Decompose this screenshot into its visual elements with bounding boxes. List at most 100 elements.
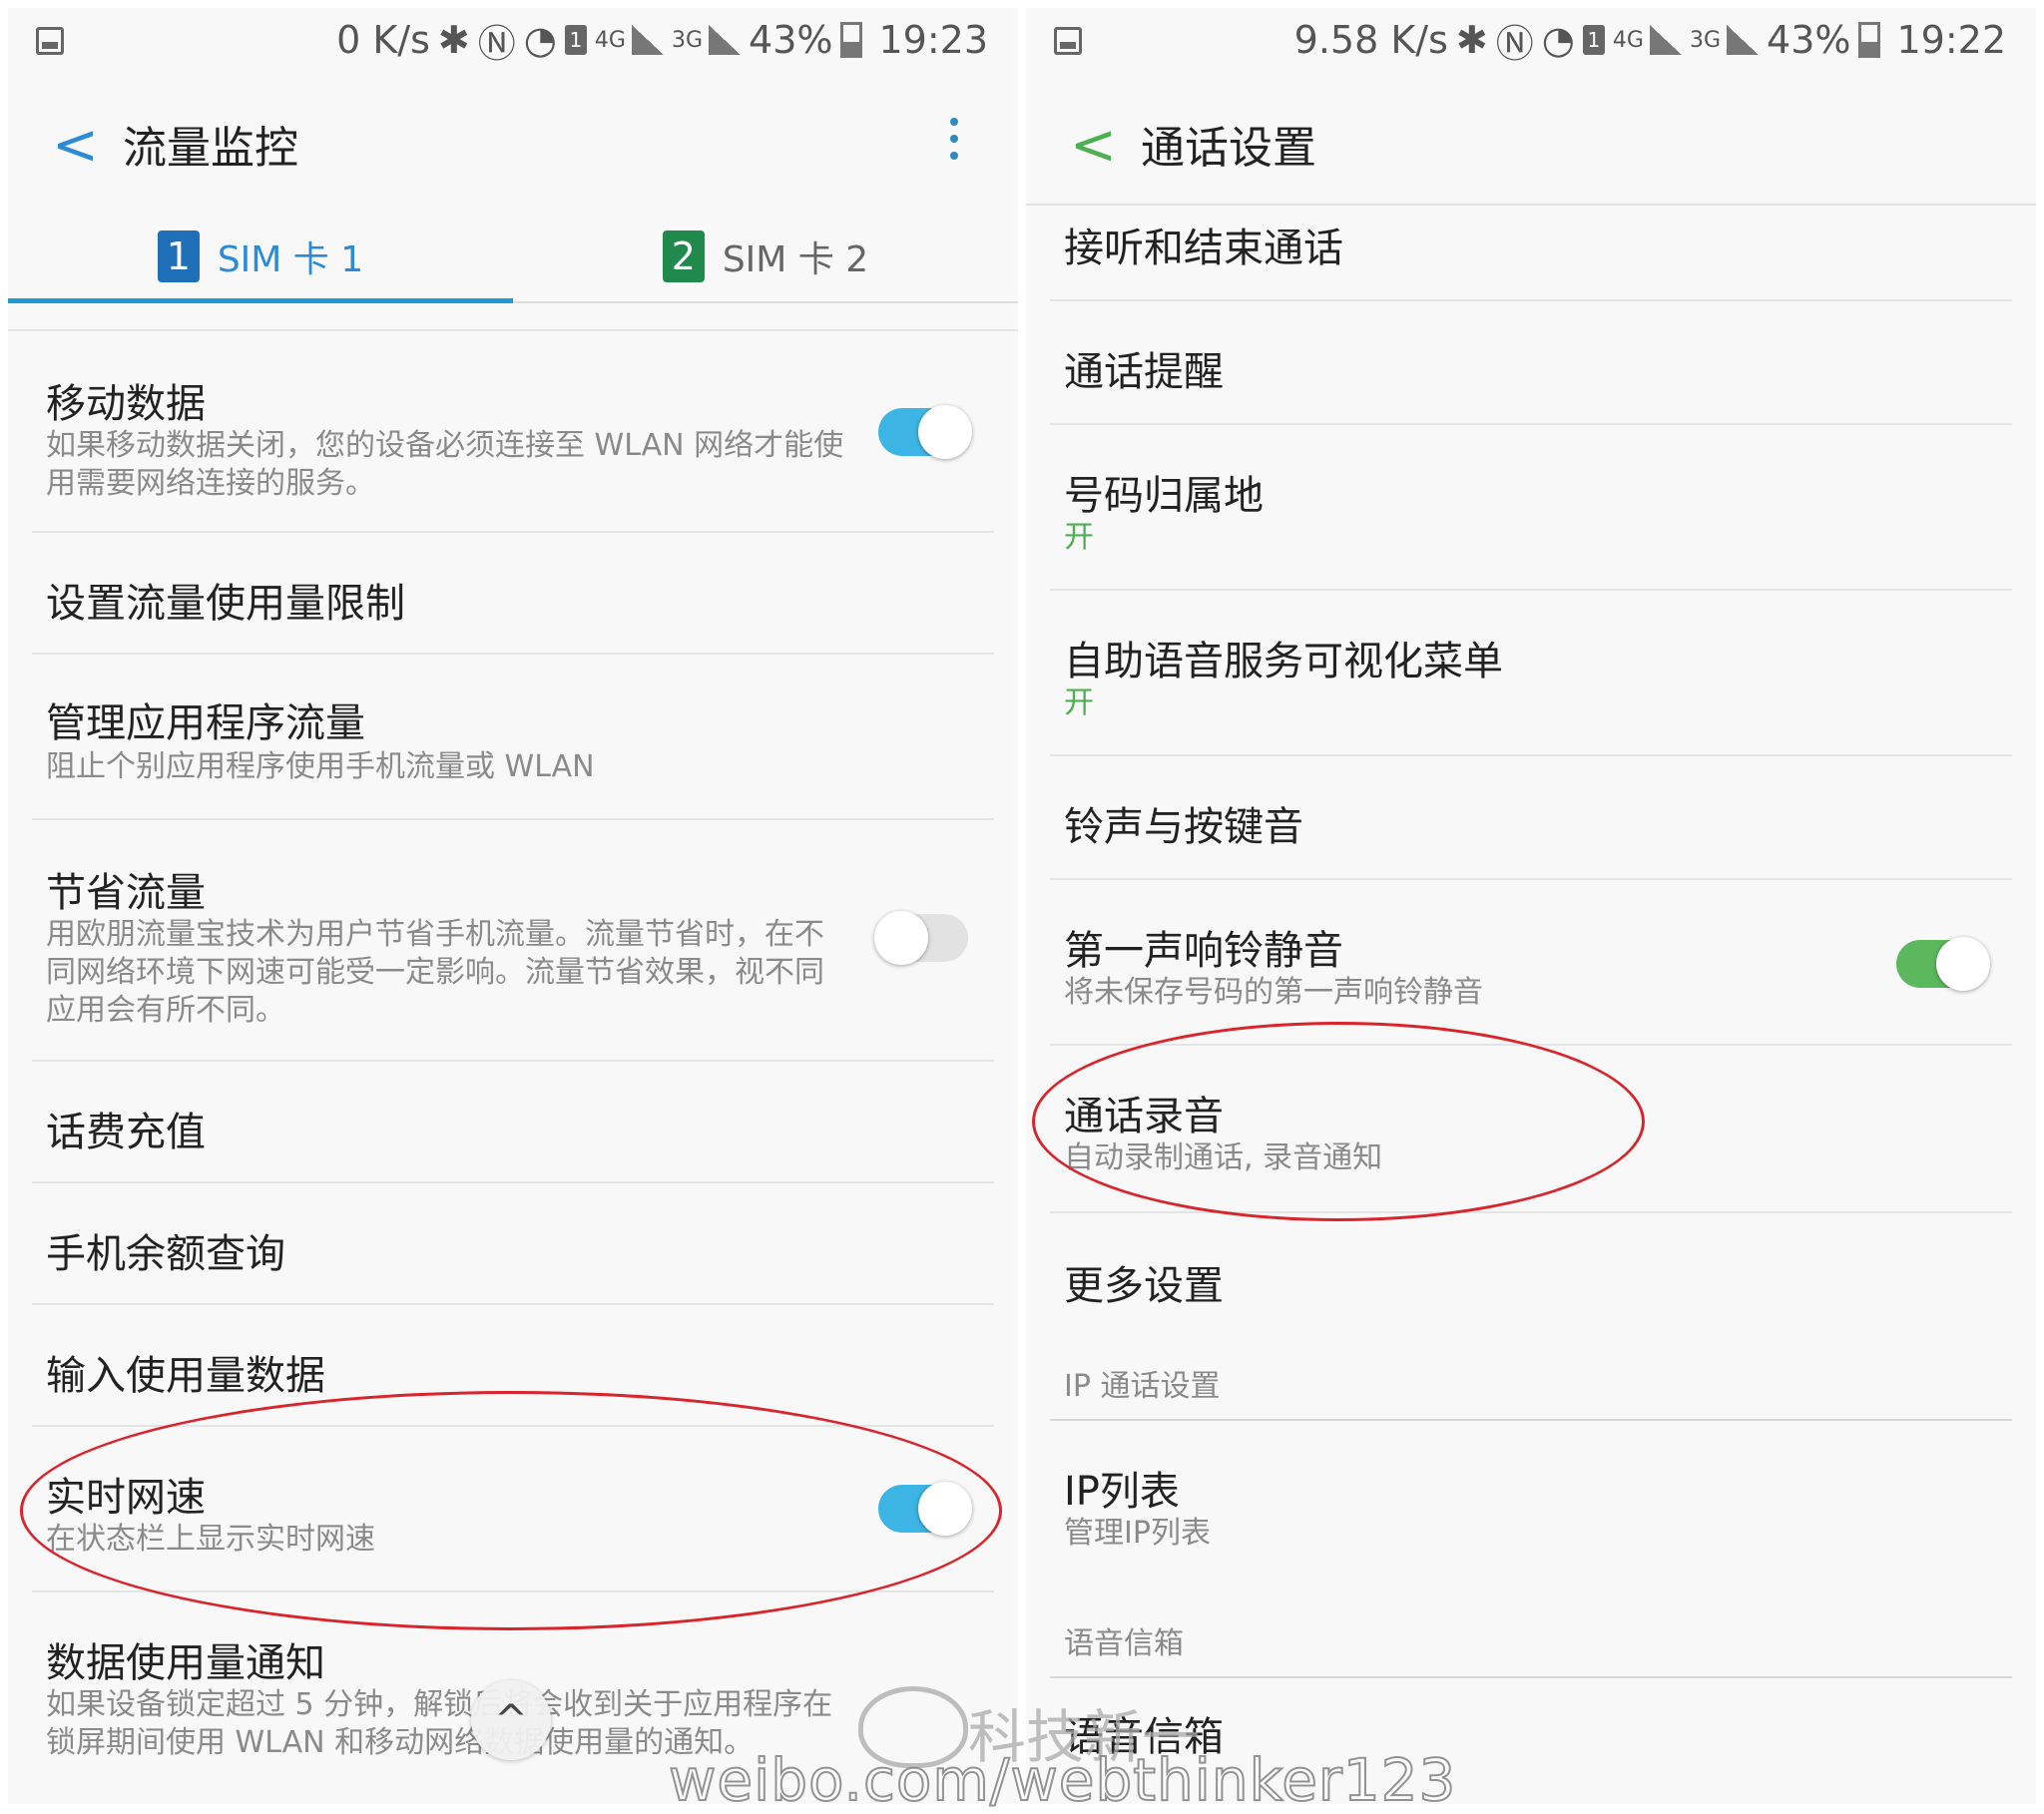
item-title: 通话录音 (1064, 1094, 1224, 1139)
nfc-icon: Ⓝ (477, 21, 516, 66)
bluetooth-icon: ✱ (437, 18, 470, 62)
network-type-3g: 3G (671, 27, 704, 53)
item-status: 开 (1064, 520, 1094, 555)
clock: 19:23 (878, 18, 988, 62)
bluetooth-icon: ✱ (1455, 18, 1488, 62)
battery-percent: 43% (749, 18, 833, 62)
item-description: 如果移动数据关闭，您的设备必须连接至 WLAN 网络才能使用需要网络连接的服务。 (46, 428, 844, 501)
item-title: IP列表 (1064, 1469, 1180, 1515)
signal-icon (709, 25, 742, 55)
voicemail-item[interactable]: 语音信箱 (1050, 1678, 2012, 1798)
sim-2-icon: 2 (662, 230, 705, 282)
page-title: 通话设置 (1141, 123, 1316, 174)
sim-indicator: 1 (564, 25, 587, 55)
data-limit-item[interactable]: 设置流量使用量限制 (32, 533, 994, 655)
item-title: 话费充值 (46, 1110, 206, 1155)
left-screen: 0 K/s ✱ Ⓝ ◔ 1 4G 3G 43% 19:23 < 流量监控 1 S… (8, 8, 1018, 1804)
gallery-notification-icon (1054, 27, 1082, 55)
item-description: 阻止个别应用程序使用手机流量或 WLAN (46, 749, 595, 784)
item-description: 将未保存号码的第一声响铃静音 (1064, 975, 1483, 1010)
wifi-icon: ◔ (1541, 18, 1575, 62)
balance-query-item[interactable]: 手机余额查询 (32, 1183, 994, 1305)
item-title: 节省流量 (46, 870, 206, 916)
item-title: 设置流量使用量限制 (46, 581, 405, 627)
call-alerts-item[interactable]: 通话提醒 (1050, 301, 2012, 425)
data-saving-toggle[interactable] (874, 911, 968, 965)
mobile-data-item[interactable]: 移动数据 如果移动数据关闭，您的设备必须连接至 WLAN 网络才能使用需要网络连… (32, 331, 994, 533)
item-status: 开 (1064, 685, 1094, 720)
network-speed: 9.58 K/s (1293, 18, 1448, 62)
caller-location-item[interactable]: 号码归属地 开 (1050, 425, 2012, 591)
app-bar: < 通话设置 (1026, 72, 2036, 206)
network-type-3g: 3G (1689, 27, 1722, 53)
more-settings-item[interactable]: 更多设置 (1050, 1213, 2012, 1327)
section-label: IP 通话设置 (1064, 1369, 1221, 1404)
sim-indicator: 1 (1582, 25, 1605, 55)
app-bar: < 流量监控 (8, 72, 1018, 212)
item-title: 管理应用程序流量 (46, 700, 365, 746)
wifi-icon: ◔ (523, 18, 557, 62)
nfc-icon: Ⓝ (1495, 21, 1534, 66)
top-up-item[interactable]: 话费充值 (32, 1062, 994, 1183)
signal-icon (1727, 25, 1760, 55)
item-description: 在状态栏上显示实时网速 (46, 1522, 375, 1557)
signal-icon (1649, 25, 1682, 55)
battery-icon (1858, 22, 1881, 58)
item-title: 更多设置 (1064, 1263, 1224, 1309)
realtime-speed-item[interactable]: 实时网速 在状态栏上显示实时网速 (32, 1427, 994, 1592)
clock: 19:22 (1896, 18, 2006, 62)
ringtones-keytones-item[interactable]: 铃声与按键音 (1050, 756, 2012, 880)
item-title: 接听和结束通话 (1064, 226, 1343, 271)
item-title: 铃声与按键音 (1064, 804, 1303, 850)
app-traffic-item[interactable]: 管理应用程序流量 阻止个别应用程序使用手机流量或 WLAN (32, 655, 994, 820)
section-header-voicemail: 语音信箱 (1050, 1579, 2012, 1678)
mobile-data-toggle[interactable] (878, 405, 972, 459)
tab-label: SIM 卡 2 (722, 239, 869, 280)
tab-sim-1[interactable]: 1 SIM 卡 1 (8, 212, 513, 303)
item-title: 数据使用量通知 (46, 1640, 325, 1686)
item-title: 实时网速 (46, 1475, 206, 1521)
back-arrow-icon[interactable]: < (52, 118, 99, 174)
item-description: 用欧朋流量宝技术为用户节省手机流量。流量节省时，在不同网络环境下网速可能受一定影… (46, 917, 824, 1028)
page-title: 流量监控 (123, 123, 298, 174)
network-type-4g: 4G (1612, 27, 1644, 53)
network-type-4g: 4G (594, 27, 626, 53)
answer-end-calls-item[interactable]: 接听和结束通话 (1050, 206, 2012, 301)
battery-percent: 43% (1767, 18, 1851, 62)
realtime-speed-toggle[interactable] (878, 1482, 972, 1536)
tab-sim-2[interactable]: 2 SIM 卡 2 (513, 212, 1018, 301)
right-screen: 9.58 K/s ✱ Ⓝ ◔ 1 4G 3G 43% 19:22 < 通话设置 … (1026, 8, 2036, 1804)
item-title: 手机余额查询 (46, 1231, 285, 1277)
enter-usage-data-item[interactable]: 输入使用量数据 (32, 1305, 994, 1427)
item-description: 如果设备锁定超过 5 分钟，解锁后将会收到关于应用程序在锁屏期间使用 WLAN … (46, 1687, 833, 1760)
data-saving-item[interactable]: 节省流量 用欧朋流量宝技术为用户节省手机流量。流量节省时，在不同网络环境下网速可… (32, 820, 994, 1062)
item-title: 语音信箱 (1064, 1714, 1224, 1760)
mute-first-ring-toggle[interactable] (1896, 937, 1990, 991)
gallery-notification-icon (36, 27, 64, 55)
tab-label: SIM 卡 1 (217, 239, 364, 280)
item-title: 号码归属地 (1064, 473, 1264, 519)
mute-first-ring-item[interactable]: 第一声响铃静音 将未保存号码的第一声响铃静音 (1050, 880, 2012, 1046)
item-description: 管理IP列表 (1064, 1516, 1211, 1551)
battery-icon (840, 22, 863, 58)
item-title: 通话提醒 (1064, 349, 1224, 395)
sim-1-icon: 1 (157, 230, 200, 282)
scroll-up-button[interactable]: ^ (471, 1680, 551, 1760)
sim-tabs: 1 SIM 卡 1 2 SIM 卡 2 (8, 212, 1018, 303)
signal-icon (631, 25, 664, 55)
ip-list-item[interactable]: IP列表 管理IP列表 (1050, 1421, 2012, 1579)
call-recording-item[interactable]: 通话录音 自动录制通话, 录音通知 (1050, 1046, 2012, 1213)
ivr-visual-menu-item[interactable]: 自助语音服务可视化菜单 开 (1050, 591, 2012, 756)
item-title: 第一声响铃静音 (1064, 928, 1343, 974)
status-bar: 9.58 K/s ✱ Ⓝ ◔ 1 4G 3G 43% 19:22 (1026, 8, 2036, 72)
item-title: 自助语音服务可视化菜单 (1064, 639, 1503, 684)
more-options-icon[interactable] (950, 118, 958, 169)
item-title: 移动数据 (46, 381, 206, 427)
network-speed: 0 K/s (336, 18, 430, 62)
section-label: 语音信箱 (1064, 1626, 1184, 1661)
status-bar: 0 K/s ✱ Ⓝ ◔ 1 4G 3G 43% 19:23 (8, 8, 1018, 72)
item-description: 自动录制通话, 录音通知 (1064, 1140, 1383, 1175)
back-arrow-icon[interactable]: < (1070, 118, 1117, 174)
section-header-ip: IP 通话设置 (1050, 1327, 2012, 1421)
item-title: 输入使用量数据 (46, 1353, 325, 1399)
